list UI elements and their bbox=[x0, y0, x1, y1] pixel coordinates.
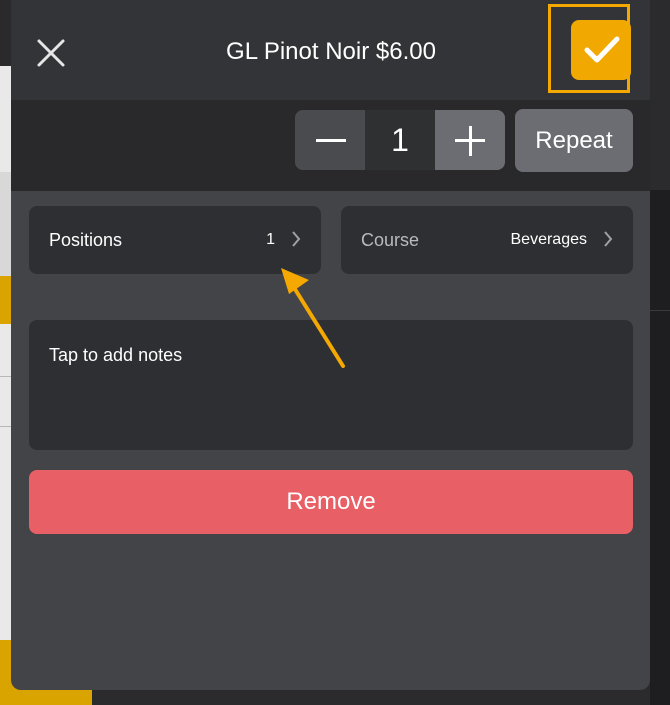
close-button[interactable] bbox=[33, 35, 69, 71]
positions-selector[interactable]: Positions 1 bbox=[29, 206, 321, 274]
close-icon bbox=[37, 39, 65, 67]
course-value: Beverages bbox=[510, 231, 588, 248]
chevron-right-icon bbox=[292, 231, 301, 247]
chevron-right-icon bbox=[604, 231, 613, 247]
confirm-button[interactable] bbox=[571, 20, 631, 80]
plus-icon bbox=[469, 126, 472, 156]
quantity-value: 1 bbox=[365, 110, 435, 170]
checkmark-icon bbox=[584, 36, 620, 63]
annotation-arrow bbox=[281, 268, 345, 368]
course-selector[interactable]: Course Beverages bbox=[341, 206, 633, 274]
item-modal: GL Pinot Noir $6.00 1 Repeat Positions 1… bbox=[11, 0, 650, 690]
notes-placeholder: Tap to add notes bbox=[49, 345, 183, 365]
quantity-bar: 1 Repeat bbox=[11, 100, 650, 191]
quantity-stepper: 1 bbox=[295, 110, 505, 170]
modal-title: GL Pinot Noir $6.00 bbox=[226, 38, 436, 65]
minus-icon bbox=[316, 139, 346, 142]
decrement-button[interactable] bbox=[295, 110, 365, 170]
background-app-right bbox=[650, 190, 670, 705]
repeat-button[interactable]: Repeat bbox=[515, 109, 633, 172]
remove-button[interactable]: Remove bbox=[29, 470, 633, 534]
positions-value: 1 bbox=[266, 231, 275, 248]
positions-label: Positions bbox=[49, 230, 123, 250]
course-label: Course bbox=[361, 230, 420, 250]
increment-button[interactable] bbox=[435, 110, 505, 170]
background-divider bbox=[650, 310, 670, 311]
